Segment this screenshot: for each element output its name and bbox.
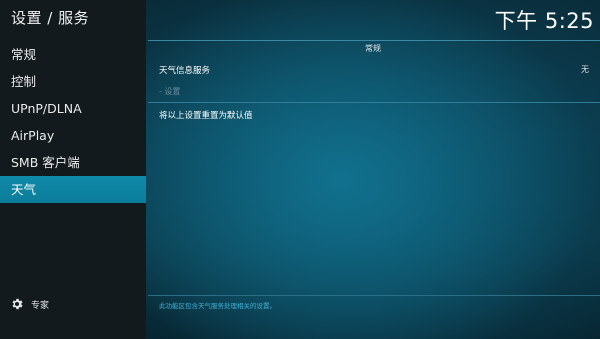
divider bbox=[148, 102, 600, 103]
category-list: 常规 控制 UPnP/DLNA AirPlay SMB 客户端 天气 bbox=[0, 41, 146, 203]
setting-value: 无 bbox=[581, 65, 589, 74]
setting-weather-service-settings[interactable]: - 设置 bbox=[159, 86, 589, 97]
sidebar-item-general[interactable]: 常规 bbox=[0, 41, 146, 68]
sidebar-item-upnp-dlna[interactable]: UPnP/DLNA bbox=[0, 95, 146, 122]
reset-to-default-button[interactable]: 将以上设置重置为默认值 bbox=[159, 109, 589, 121]
settings-level-button[interactable]: 专家 bbox=[10, 296, 49, 312]
sidebar-item-smb-client[interactable]: SMB 客户端 bbox=[0, 149, 146, 176]
setting-label: 天气信息服务 bbox=[159, 66, 211, 76]
section-title: 常规 bbox=[365, 44, 381, 53]
settings-level-label: 专家 bbox=[31, 300, 50, 311]
gear-icon bbox=[12, 298, 23, 310]
setting-weather-service[interactable]: 天气信息服务 无 bbox=[159, 64, 589, 76]
divider bbox=[148, 295, 600, 296]
sidebar-item-weather[interactable]: 天气 bbox=[0, 176, 146, 203]
settings-panel: 常规 天气信息服务 无 - 设置 将以上设置重置为默认值 此功能区包含天气服务处… bbox=[146, 0, 600, 339]
setting-label: 将以上设置重置为默认值 bbox=[159, 111, 253, 121]
divider bbox=[148, 40, 600, 41]
setting-label: - 设置 bbox=[159, 87, 181, 96]
sidebar-item-airplay[interactable]: AirPlay bbox=[0, 122, 146, 149]
sidebar-item-control[interactable]: 控制 bbox=[0, 68, 146, 95]
help-text: 此功能区包含天气服务处理相关的设置。 bbox=[159, 302, 276, 310]
page-title: 设置 / 服务 bbox=[11, 9, 90, 27]
sidebar: 设置 / 服务 常规 控制 UPnP/DLNA AirPlay SMB 客户端 … bbox=[0, 0, 146, 339]
